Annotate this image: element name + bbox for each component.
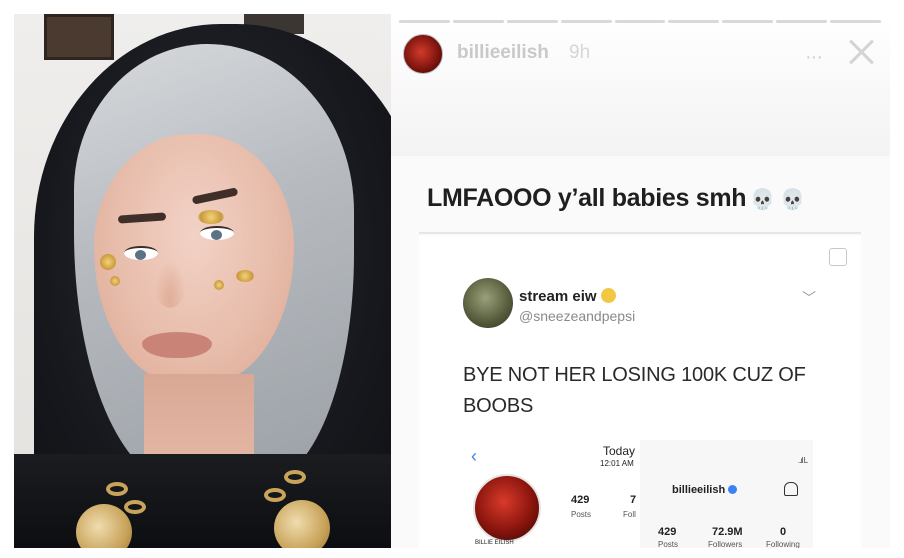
tweet-screenshot: stream eiw @sneezeandpepsi ﹀ BYE NOT HER… — [419, 236, 861, 548]
nose — [154, 260, 186, 308]
chain-link — [264, 488, 286, 502]
composite-image: billieeilish 9h ··· LMFAOOO y’all babies… — [0, 0, 904, 558]
posts-count: 429 — [658, 526, 677, 538]
verified-badge-icon — [728, 485, 738, 494]
tweet-name-text: stream eiw — [519, 288, 597, 305]
notification-bell-icon — [784, 482, 798, 496]
tweet-handle: @sneezeandpepsi — [519, 308, 636, 324]
story-header: billieeilish 9h ··· — [391, 14, 890, 156]
progress-segment — [722, 20, 774, 23]
story-progress-bar — [399, 20, 882, 23]
embedded-profile-screenshots: ‹ Today 12:01 AM 429 Posts 7 Foll BILLIE… — [463, 440, 813, 548]
lips — [142, 332, 212, 358]
progress-segment — [452, 20, 504, 23]
glitter — [214, 280, 224, 290]
posts-label: Posts — [658, 540, 679, 548]
posts-label: Posts — [571, 510, 592, 519]
story-timestamp: 9h — [569, 42, 591, 63]
glitter — [236, 270, 254, 282]
profile-name: BILLIE EILISH — [475, 540, 514, 546]
progress-segment — [506, 20, 558, 23]
skull-emoji-icon: 💀 💀 — [750, 188, 805, 211]
eye-right — [200, 226, 234, 240]
story-caption: LMFAOOO y’all babies smh 💀 💀 — [427, 184, 805, 213]
progress-segment — [399, 20, 450, 23]
progress-segment — [830, 20, 882, 23]
tweet-text-line: BYE NOT HER LOSING 100K CUZ OF — [463, 364, 806, 386]
profile-screenshot-before: ‹ Today 12:01 AM 429 Posts 7 Foll BILLIE… — [463, 440, 640, 548]
progress-segment — [560, 20, 612, 23]
chain-link — [284, 470, 306, 484]
caption-text: LMFAOOO y’all babies smh — [427, 184, 747, 212]
tweet-avatar — [463, 278, 513, 328]
copy-icon — [829, 248, 847, 266]
story-username[interactable]: billieeilish — [457, 42, 549, 64]
chain-pendant — [274, 500, 330, 548]
today-time: 12:01 AM — [600, 459, 634, 468]
portrait-photo — [14, 14, 444, 548]
followers-count: 72.9M — [712, 526, 743, 538]
back-icon: ‹ — [471, 446, 477, 466]
chevron-down-icon: ﹀ — [802, 290, 816, 306]
tweet-display-name: stream eiw — [519, 288, 616, 305]
followers-label: Foll — [623, 510, 636, 519]
progress-segment — [614, 20, 666, 23]
following-label: Following — [766, 540, 800, 548]
profile-avatar — [473, 474, 541, 542]
more-options-icon[interactable]: ··· — [805, 46, 823, 69]
progress-segment — [668, 20, 720, 23]
profile-username: billieeilish — [672, 484, 738, 496]
tweet-text: BYE NOT HER LOSING 100K CUZ OF BOOBS — [463, 360, 823, 422]
eye-left — [124, 246, 158, 260]
instagram-story: billieeilish 9h ··· LMFAOOO y’all babies… — [391, 14, 890, 548]
chain-link — [124, 500, 146, 514]
following-count: 0 — [780, 526, 787, 538]
divider — [419, 232, 861, 234]
today-label: Today — [603, 444, 636, 458]
followers-label: Followers — [708, 540, 743, 548]
angry-emoji-icon — [600, 288, 616, 303]
tweet-text-line: BOOBS — [463, 395, 534, 417]
profile-screenshot-after: ..ıl L billieeilish 429 Posts 72.9M Foll… — [640, 440, 813, 548]
signal-icon: ..ıl L — [798, 456, 808, 465]
wall-frame — [44, 14, 114, 60]
posts-count: 429 — [571, 494, 590, 506]
glitter — [100, 254, 116, 270]
chain-link — [106, 482, 128, 496]
glitter — [198, 210, 224, 224]
story-avatar[interactable] — [403, 34, 443, 74]
progress-segment — [776, 20, 828, 23]
followers-count: 7 — [630, 494, 637, 506]
glitter — [110, 276, 120, 286]
profile-username-text: billieeilish — [672, 484, 726, 496]
close-icon[interactable] — [845, 36, 877, 68]
